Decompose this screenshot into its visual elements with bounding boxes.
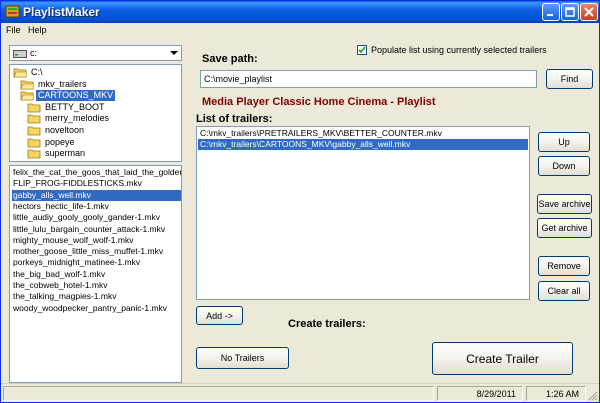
folder-tree[interactable]: C:\ mkv_trailers CARTOONS_MKV BETTY_BOOT mer… xyxy=(9,64,182,162)
file-list-item[interactable]: woody_woodpecker_pantry_panic-1.mkv xyxy=(12,303,181,314)
drive-icon xyxy=(13,50,27,58)
folder-icon xyxy=(27,149,41,159)
folder-open-icon xyxy=(20,91,34,101)
folder-label: CARTOONS_MKV xyxy=(36,90,116,102)
save-path-input[interactable]: C:\movie_playlist xyxy=(200,70,537,88)
minimize-button[interactable] xyxy=(542,3,560,21)
get-archive-button[interactable]: Get archive xyxy=(537,218,592,238)
add-button[interactable]: Add -> xyxy=(196,306,243,325)
status-pane-time: 1:26 AM xyxy=(526,386,586,401)
menu-file[interactable]: File xyxy=(6,25,21,35)
status-pane-main xyxy=(3,386,434,401)
folder-icon xyxy=(27,126,41,136)
checkmark-icon xyxy=(358,46,366,54)
up-button[interactable]: Up xyxy=(538,132,590,152)
no-trailers-button[interactable]: No Trailers xyxy=(196,347,289,369)
status-pane-date: 8/29/2011 xyxy=(437,386,523,401)
save-path-value: C:\movie_playlist xyxy=(204,74,273,84)
folder-icon xyxy=(27,114,41,124)
maximize-icon xyxy=(565,7,575,17)
file-list-item[interactable]: porkeys_midnight_matinee-1.mkv xyxy=(12,257,181,268)
save-path-label: Save path: xyxy=(202,53,258,65)
file-list-item[interactable]: hectors_hectic_life-1.mkv xyxy=(12,201,181,212)
file-list-item[interactable]: the_cobweb_hotel-1.mkv xyxy=(12,280,181,291)
create-trailers-label: Create trailers: xyxy=(288,318,366,330)
folder-label: mkv_trailers xyxy=(38,78,87,89)
trailers-label: List of trailers: xyxy=(196,113,273,125)
playlistmaker-window: PlaylistMaker File Help c: C:\ mkv_traile… xyxy=(0,0,600,403)
menu-bar: File Help xyxy=(1,23,599,39)
status-date: 8/29/2011 xyxy=(476,389,516,399)
file-list-item[interactable]: FLIP_FROG-FIDDLESTICKS.mkv xyxy=(12,178,181,189)
drive-value: c: xyxy=(30,48,38,58)
drive-select[interactable]: c: xyxy=(9,45,182,61)
window-title: PlaylistMaker xyxy=(23,5,100,19)
file-list-item[interactable]: mother_goose_little_miss_muffet-1.mkv xyxy=(12,246,181,257)
app-icon xyxy=(5,5,20,18)
folder-label: superman xyxy=(45,148,86,159)
folder-label: BETTY_BOOT xyxy=(45,101,105,112)
menu-help[interactable]: Help xyxy=(28,25,47,35)
folder-label: popeye xyxy=(45,136,75,147)
resize-grip-icon[interactable] xyxy=(587,390,598,401)
down-button[interactable]: Down xyxy=(538,156,590,176)
trailer-list-item[interactable]: C:\mkv_trailers\PRETRAILERS_MKV\BETTER_C… xyxy=(198,128,528,139)
close-icon xyxy=(584,7,594,17)
file-list-item[interactable]: mighty_mouse_wolf_wolf-1.mkv xyxy=(12,235,181,246)
populate-label: Populate list using currently selected t… xyxy=(371,45,547,55)
folder-label: merry_melodies xyxy=(45,113,110,124)
file-list[interactable]: felix_the_cat_the_goos_that_laid_the_gol… xyxy=(9,165,182,383)
create-trailer-button[interactable]: Create Trailer xyxy=(432,342,573,375)
status-time: 1:26 AM xyxy=(545,389,579,399)
folder-icon xyxy=(27,103,41,113)
folder-open-icon xyxy=(20,80,34,89)
maximize-button[interactable] xyxy=(561,3,579,21)
find-button[interactable]: Find xyxy=(546,69,593,89)
file-list-item[interactable]: the_big_bad_wolf-1.mkv xyxy=(12,269,181,280)
remove-button[interactable]: Remove xyxy=(538,256,590,276)
save-archive-button[interactable]: Save archive xyxy=(537,194,592,214)
file-list-item[interactable]: gabby_alls_well.mkv xyxy=(12,189,181,201)
status-bar: 8/29/2011 1:26 AM xyxy=(1,383,599,402)
file-list-item[interactable]: little_audiy_gooly_gooly_gander-1.mkv xyxy=(12,212,181,223)
clear-all-button[interactable]: Clear all xyxy=(538,281,590,301)
folder-label: C:\ xyxy=(31,67,43,77)
title-bar[interactable]: PlaylistMaker xyxy=(1,1,599,23)
folder-open-icon xyxy=(13,68,27,78)
file-list-item[interactable]: little_lulu_bargain_counter_attack-1.mkv xyxy=(12,224,181,235)
folder-label: noveltoon xyxy=(45,125,85,135)
file-list-item[interactable]: the_talking_magpies-1.mkv xyxy=(12,291,181,302)
minimize-icon xyxy=(547,14,553,16)
trailer-list-item[interactable]: C:\mkv_trailers\CARTOONS_MKV\gabby_alls_… xyxy=(198,139,528,150)
file-list-item[interactable]: felix_the_cat_the_goos_that_laid_the_gol… xyxy=(12,167,181,178)
close-button[interactable] xyxy=(580,3,598,21)
chevron-down-icon[interactable] xyxy=(169,48,179,58)
trailer-list[interactable]: C:\mkv_trailers\PRETRAILERS_MKV\BETTER_C… xyxy=(196,126,530,300)
folder-icon xyxy=(27,138,41,147)
populate-checkbox[interactable] xyxy=(357,45,367,55)
player-heading: Media Player Classic Home Cinema - Playl… xyxy=(202,96,436,108)
